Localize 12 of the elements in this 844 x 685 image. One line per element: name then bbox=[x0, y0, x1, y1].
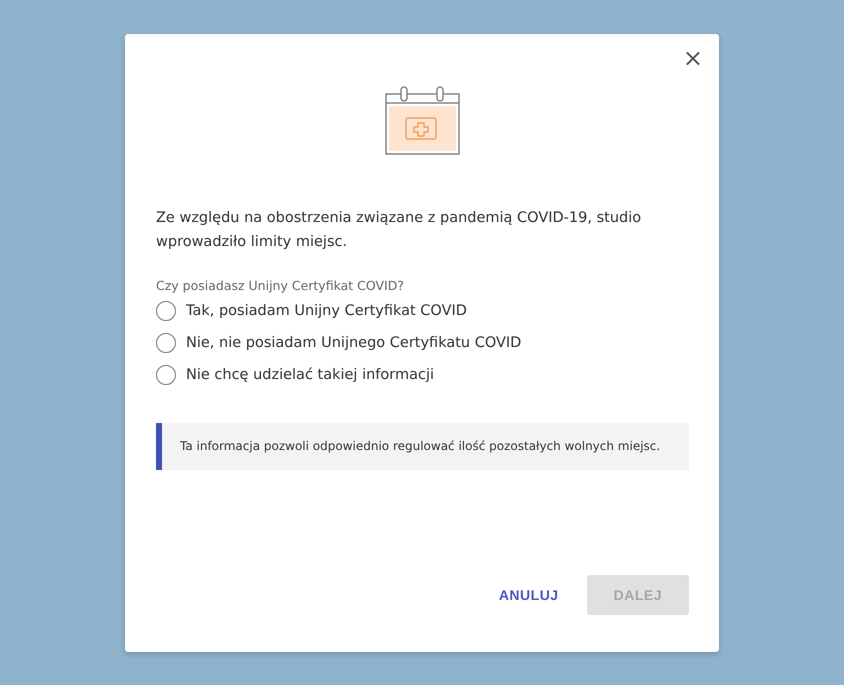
option-label[interactable]: Tak, posiadam Unijny Certyfikat COVID bbox=[186, 303, 467, 319]
close-button[interactable]: × bbox=[678, 48, 707, 68]
info-note: Ta informacja pozwoli odpowiednio regulować ilość pozostałych wolnych miejsc. bbox=[156, 423, 689, 470]
option-label[interactable]: Nie, nie posiadam Unijnego Certyfikatu COVID bbox=[186, 335, 522, 351]
option-label[interactable]: Nie chcę udzielać takiej informacji bbox=[186, 367, 434, 383]
radio-button[interactable] bbox=[156, 301, 176, 321]
message-text: Ze względu na obostrzenia związane z pandemią COVID-19, studio wprowadziło limity miejsc. bbox=[156, 209, 642, 252]
radio-button[interactable] bbox=[156, 365, 176, 385]
radio-button[interactable] bbox=[156, 333, 176, 353]
cancel-button[interactable]: ANULUJ bbox=[498, 575, 559, 615]
calendar-icon bbox=[384, 86, 460, 156]
question-label: Czy posiadasz Unijny Certyfikat COVID? bbox=[156, 278, 405, 293]
